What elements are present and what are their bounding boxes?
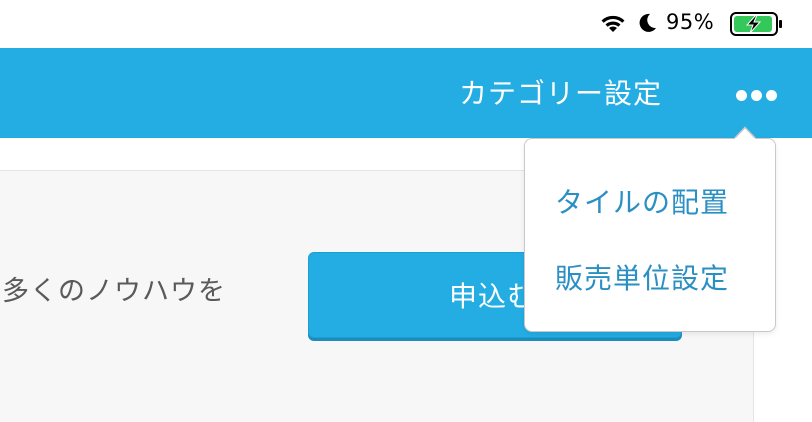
nav-bar: カテゴリー設定 xyxy=(0,48,812,138)
more-dot xyxy=(751,90,762,101)
wifi-icon xyxy=(601,15,625,32)
menu-item-tile-layout[interactable]: タイルの配置 xyxy=(555,181,729,221)
menu-item-sales-unit-settings[interactable]: 販売単位設定 xyxy=(555,257,729,297)
moon-icon xyxy=(639,13,656,32)
popover-menu: タイルの配置 販売単位設定 xyxy=(524,138,776,332)
app-screen: 95% カテゴリー設定 多くのノウハウを 申込む タイルの配置 販売単位設定 xyxy=(0,0,812,422)
popover-arrow-seam xyxy=(735,138,755,141)
battery-charging-icon xyxy=(730,12,782,36)
card-description: 多くのノウハウを xyxy=(2,276,226,307)
apply-button-label: 申込む xyxy=(449,280,537,313)
nav-title: カテゴリー設定 xyxy=(458,77,662,110)
more-dots-icon[interactable] xyxy=(728,78,784,110)
battery-percent: 95% xyxy=(666,10,715,34)
status-bar: 95% xyxy=(0,0,812,48)
more-dot xyxy=(766,90,777,101)
more-dot xyxy=(736,90,747,101)
